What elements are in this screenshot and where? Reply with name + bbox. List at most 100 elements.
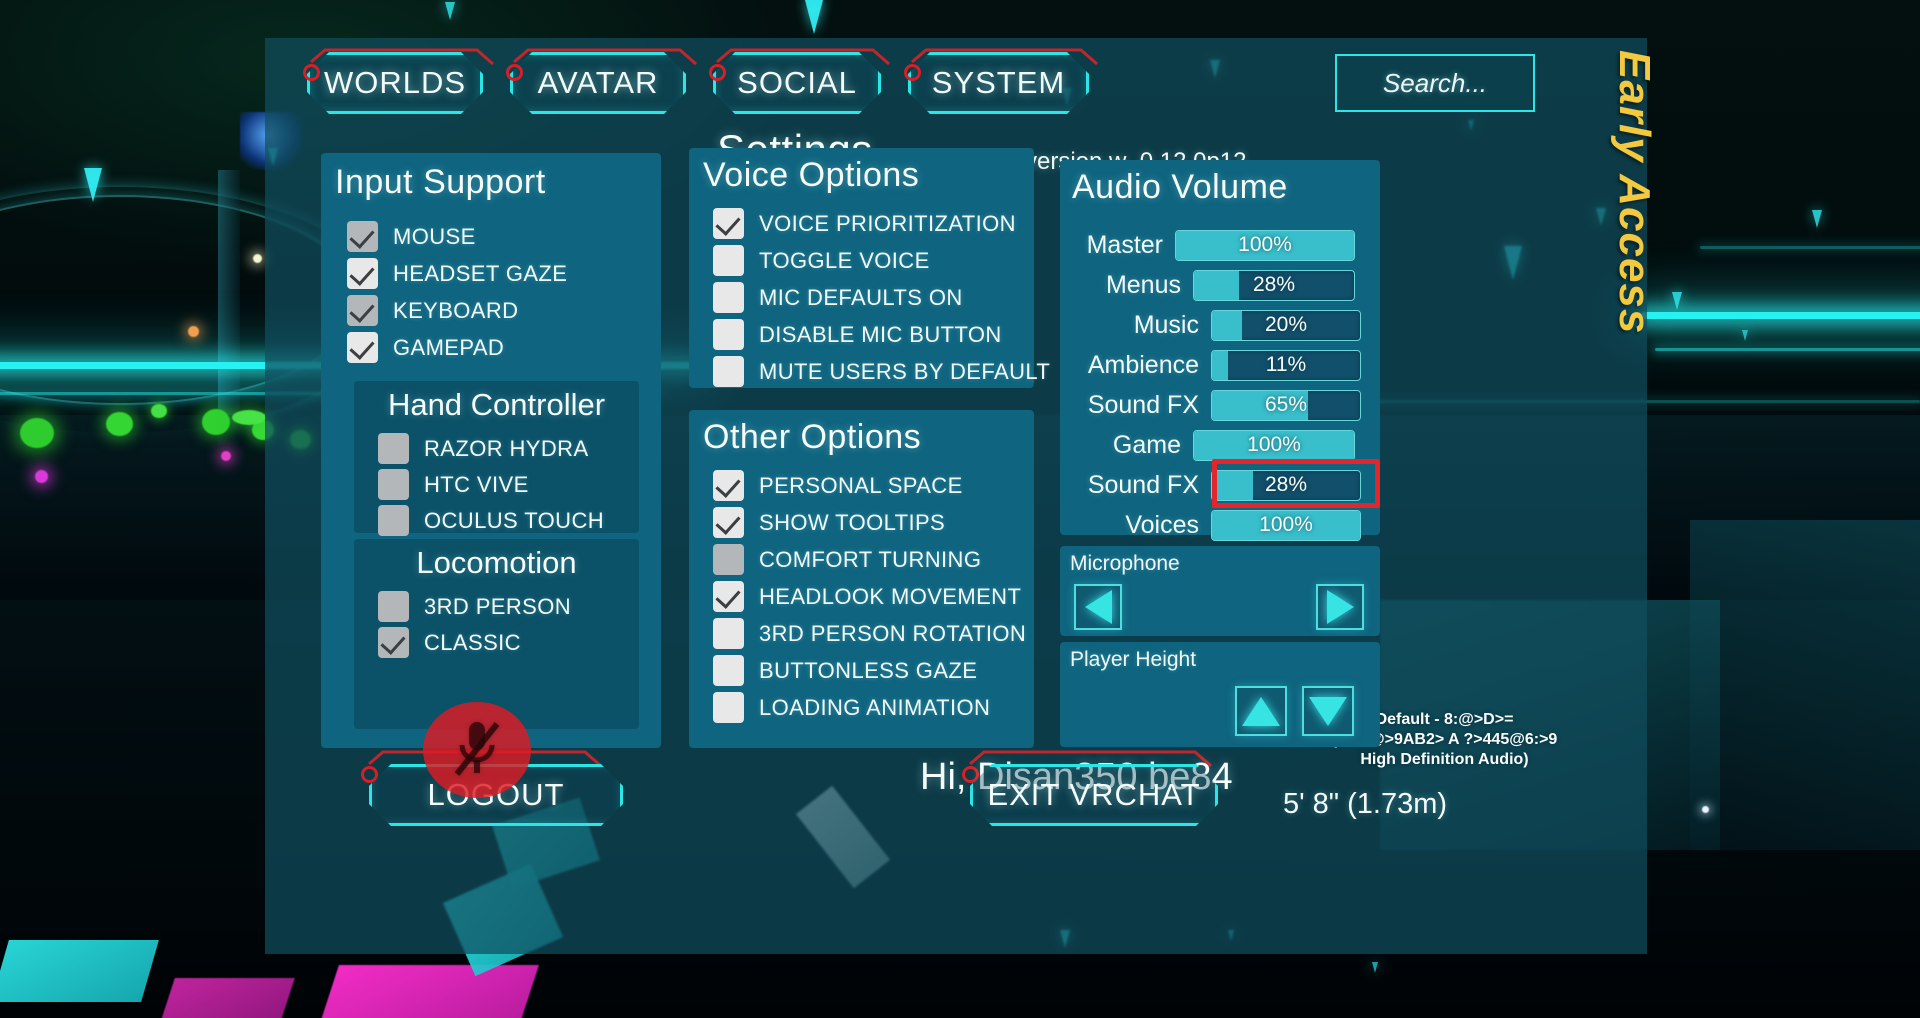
checkbox-razor-hydra[interactable] xyxy=(378,433,409,464)
audio-slider-label: Ambience xyxy=(1087,350,1199,379)
tab-label: WORLDS xyxy=(323,65,467,100)
checkbox-row[interactable]: RAZOR HYDRA xyxy=(378,433,604,464)
checkbox-row[interactable]: 3RD PERSON ROTATION xyxy=(713,618,1026,649)
checkbox-gamepad[interactable] xyxy=(347,332,378,363)
audio-slider-value: 100% xyxy=(1259,513,1313,536)
search-placeholder: Search... xyxy=(1382,67,1488,98)
microphone-next-button[interactable] xyxy=(1316,584,1364,630)
tab-social[interactable]: SOCIAL xyxy=(713,52,881,114)
checkbox-comfort-turning[interactable] xyxy=(713,544,744,575)
checkbox-row[interactable]: HTC VIVE xyxy=(378,469,604,500)
checkbox-row[interactable]: 3RD PERSON xyxy=(378,591,571,622)
checkbox-toggle-voice[interactable] xyxy=(713,245,744,276)
logout-button[interactable]: LOGOUT xyxy=(369,764,623,826)
checkbox-3rd-person[interactable] xyxy=(378,591,409,622)
checkbox-disable-mic-button[interactable] xyxy=(713,319,744,350)
audio-slider-track[interactable]: 65% xyxy=(1211,389,1361,421)
checkbox-row[interactable]: KEYBOARD xyxy=(347,295,567,326)
checkbox-voice-prioritization[interactable] xyxy=(713,208,744,239)
bg-magenta-dot xyxy=(35,470,48,483)
checkbox-row[interactable]: SHOW TOOLTIPS xyxy=(713,507,1026,538)
player-height-label: Player Height xyxy=(1070,648,1197,671)
audio-slider-row[interactable]: Sound FX 65% xyxy=(1060,388,1380,422)
tab-avatar[interactable]: AVATAR xyxy=(510,52,686,114)
other-options-card: Other Options PERSONAL SPACE SHOW TOOLTIP… xyxy=(689,410,1034,748)
checkbox-classic[interactable] xyxy=(378,627,409,658)
player-height-up-button[interactable] xyxy=(1235,686,1287,736)
checkbox-mic-defaults-on[interactable] xyxy=(713,282,744,313)
checkbox-label: KEYBOARD xyxy=(393,297,519,323)
checkbox-headset-gaze[interactable] xyxy=(347,258,378,289)
checkbox-3rd-person-rotation[interactable] xyxy=(713,618,744,649)
search-input[interactable]: Search... xyxy=(1335,54,1535,112)
tab-system[interactable]: SYSTEM xyxy=(908,52,1089,114)
locomotion-title: Locomotion xyxy=(416,545,577,580)
checkbox-row[interactable]: HEADLOOK MOVEMENT xyxy=(713,581,1026,612)
checkbox-loading-animation[interactable] xyxy=(713,692,744,723)
checkbox-show-tooltips[interactable] xyxy=(713,507,744,538)
exit-vrchat-button[interactable]: EXIT VRCHAT xyxy=(970,764,1218,826)
hand-controller-list: RAZOR HYDRA HTC VIVE OCULUS TOUCH xyxy=(378,433,604,541)
audio-slider-row[interactable]: Music 20% xyxy=(1060,308,1380,342)
checkbox-row[interactable]: TOGGLE VOICE xyxy=(713,245,1050,276)
checkbox-row[interactable]: MIC DEFAULTS ON xyxy=(713,282,1050,313)
audio-slider-row[interactable]: Voices 100% xyxy=(1060,508,1380,542)
audio-slider-track[interactable]: 20% xyxy=(1211,309,1361,341)
audio-slider-label: Game xyxy=(1112,430,1181,459)
bg-particle xyxy=(1672,292,1682,310)
checkbox-row[interactable]: BUTTONLESS GAZE xyxy=(713,655,1026,686)
audio-slider-row[interactable]: Master 100% xyxy=(1060,228,1380,262)
bg-particle xyxy=(84,168,102,202)
checkbox-mouse[interactable] xyxy=(347,221,378,252)
early-access-banner: Early Access xyxy=(1610,38,1669,438)
bg-green-dot xyxy=(232,410,266,425)
bg-pink-panel xyxy=(321,965,539,1018)
checkbox-row[interactable]: MOUSE xyxy=(347,221,567,252)
checkbox-row[interactable]: PERSONAL SPACE xyxy=(713,470,1026,501)
checkbox-htc-vive[interactable] xyxy=(378,469,409,500)
checkbox-personal-space[interactable] xyxy=(713,470,744,501)
audio-slider-row[interactable]: Game 100% xyxy=(1060,428,1380,462)
checkbox-buttonless-gaze[interactable] xyxy=(713,655,744,686)
checkbox-row[interactable]: LOADING ANIMATION xyxy=(713,692,1026,723)
checkbox-row[interactable]: HEADSET GAZE xyxy=(347,258,567,289)
bg-orange-dot xyxy=(188,326,199,337)
microphone-prev-button[interactable] xyxy=(1074,584,1122,630)
locomotion-subcard: Locomotion 3RD PERSON CLASSIC xyxy=(354,539,639,729)
player-height-value: 5' 8" (1.73m) xyxy=(1282,788,1448,820)
checkbox-label: MOUSE xyxy=(393,223,476,249)
microphone-label: Microphone xyxy=(1070,552,1180,575)
audio-slider-track[interactable]: 28% xyxy=(1211,469,1361,501)
checkbox-oculus-touch[interactable] xyxy=(378,505,409,536)
audio-slider-row[interactable]: Sound FX 28% xyxy=(1060,468,1380,502)
voice-options-list: VOICE PRIORITIZATION TOGGLE VOICE MIC DEFA… xyxy=(713,208,1050,393)
checkbox-row[interactable]: CLASSIC xyxy=(378,627,571,658)
checkbox-label: VOICE PRIORITIZATION xyxy=(759,210,1016,236)
audio-slider-track[interactable]: 100% xyxy=(1211,509,1361,541)
audio-slider-row[interactable]: Menus 28% xyxy=(1060,268,1380,302)
checkbox-row[interactable]: OCULUS TOUCH xyxy=(378,505,604,536)
checkbox-row[interactable]: GAMEPAD xyxy=(347,332,567,363)
audio-slider-track[interactable]: 100% xyxy=(1193,429,1355,461)
player-height-down-button[interactable] xyxy=(1302,686,1354,736)
input-support-card: Input Support MOUSE HEADSET GAZE KEYBOARD G… xyxy=(321,153,661,748)
bg-glow-line-right xyxy=(1640,312,1920,319)
audio-slider-track[interactable]: 28% xyxy=(1193,269,1355,301)
checkbox-label: GAMEPAD xyxy=(393,334,505,360)
checkbox-mute-users-by-default[interactable] xyxy=(713,356,744,387)
checkbox-row[interactable]: DISABLE MIC BUTTON xyxy=(713,319,1050,350)
checkbox-row[interactable]: MUTE USERS BY DEFAULT xyxy=(713,356,1050,387)
audio-slider-track[interactable]: 100% xyxy=(1175,229,1355,261)
checkbox-row[interactable]: COMFORT TURNING xyxy=(713,544,1026,575)
bg-particle xyxy=(805,0,823,34)
input-support-title: Input Support xyxy=(335,163,546,201)
checkbox-row[interactable]: VOICE PRIORITIZATION xyxy=(713,208,1050,239)
audio-slider-track[interactable]: 11% xyxy=(1211,349,1361,381)
input-support-list: MOUSE HEADSET GAZE KEYBOARD GAMEPAD xyxy=(347,221,567,369)
tab-worlds[interactable]: WORLDS xyxy=(307,52,483,114)
checkbox-keyboard[interactable] xyxy=(347,295,378,326)
bg-magenta-dot xyxy=(221,451,231,461)
screen: WORLDS AVATAR SOCIAL SYSTEM Search... Ea… xyxy=(0,0,1920,1018)
audio-slider-row[interactable]: Ambience 11% xyxy=(1060,348,1380,382)
checkbox-headlook-movement[interactable] xyxy=(713,581,744,612)
